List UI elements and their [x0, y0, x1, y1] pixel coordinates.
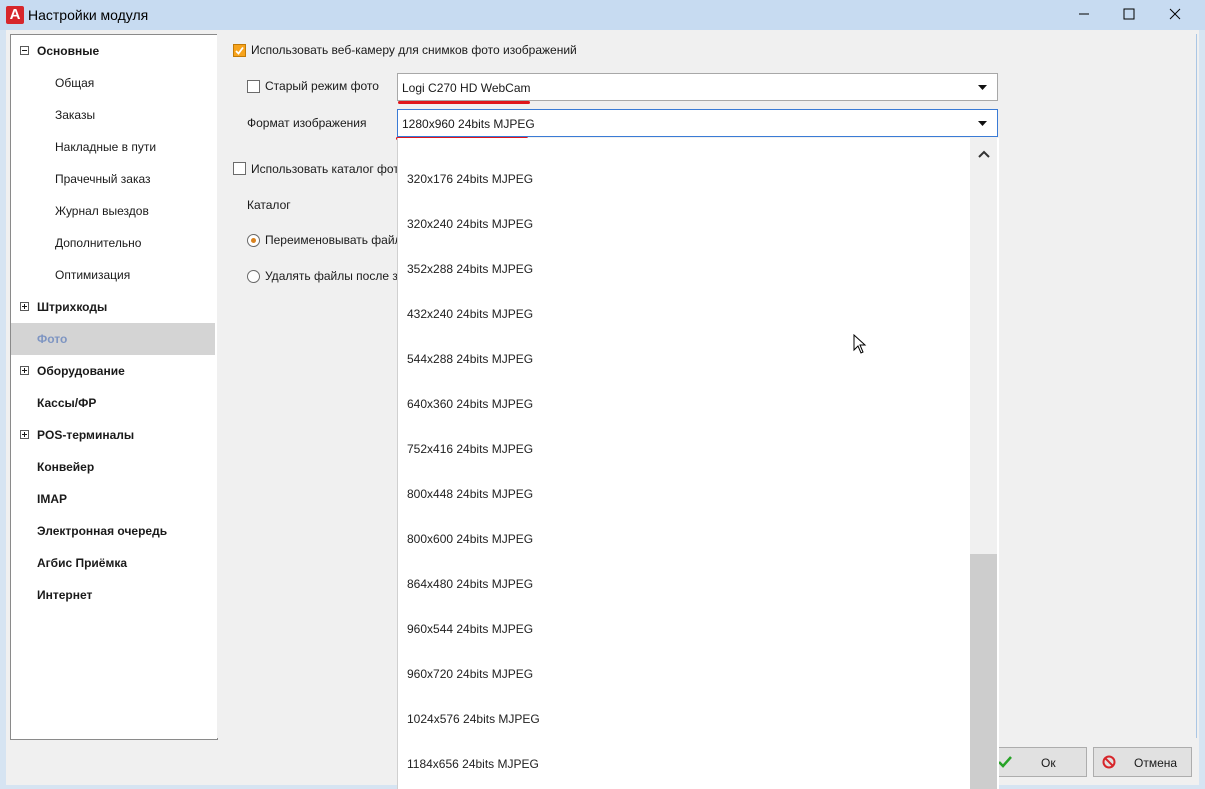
tree-item-osnovnye[interactable]: Основные — [11, 35, 215, 67]
rename-files-radio[interactable] — [247, 234, 260, 247]
image-format-dropdown-list[interactable]: 320x176 24bits MJPEG 320x240 24bits MJPE… — [397, 138, 999, 789]
dropdown-option[interactable]: 320x240 24bits MJPEG — [407, 217, 533, 231]
camera-select-value: Logi C270 HD WebCam — [402, 81, 531, 95]
tree-item-internet[interactable]: Интернет — [11, 579, 215, 611]
tree-item-pos-terminaly[interactable]: POS-терминалы — [11, 419, 215, 451]
ok-button[interactable]: Ок — [992, 747, 1087, 777]
window-title: Настройки модуля — [28, 7, 149, 23]
expand-icon[interactable] — [20, 302, 29, 311]
tree-item-dopolnitelno[interactable]: Дополнительно — [11, 227, 215, 259]
tree-item-konveyer[interactable]: Конвейер — [11, 451, 215, 483]
collapse-icon[interactable] — [20, 46, 29, 55]
tree-item-zakazy[interactable]: Заказы — [11, 99, 215, 131]
checkmark-icon — [998, 756, 1012, 768]
dropdown-option[interactable]: 752x416 24bits MJPEG — [407, 442, 533, 456]
prohibited-icon — [1102, 755, 1116, 769]
delete-files-label: Удалять файлы после за — [265, 269, 405, 283]
delete-files-radio[interactable] — [247, 270, 260, 283]
annotation-underline-camera — [398, 101, 530, 104]
minimize-icon — [1079, 13, 1089, 15]
dropdown-option[interactable]: 800x600 24bits MJPEG — [407, 532, 533, 546]
tree-item-agbis-priemka[interactable]: Агбис Приёмка — [11, 547, 215, 579]
image-format-select-value: 1280x960 24bits MJPEG — [402, 117, 535, 131]
tree-item-prachechnyy[interactable]: Прачечный заказ — [11, 163, 215, 195]
dropdown-option[interactable]: 960x720 24bits MJPEG — [407, 667, 533, 681]
dropdown-scrollbar[interactable] — [970, 138, 997, 789]
dropdown-option[interactable]: 544x288 24bits MJPEG — [407, 352, 533, 366]
maximize-button[interactable] — [1106, 0, 1152, 30]
cancel-button[interactable]: Отмена — [1093, 747, 1192, 777]
app-logo-icon: A — [6, 6, 24, 24]
rename-files-label: Переименовывать файл — [265, 233, 402, 247]
dropdown-option[interactable]: 1024x576 24bits MJPEG — [407, 712, 540, 726]
expand-icon[interactable] — [20, 430, 29, 439]
expand-icon[interactable] — [20, 366, 29, 375]
dropdown-option[interactable]: 320x176 24bits MJPEG — [407, 172, 533, 186]
tree-item-optimizaciya[interactable]: Оптимизация — [11, 259, 215, 291]
chevron-up-icon[interactable] — [978, 150, 990, 158]
dropdown-option[interactable]: 1184x656 24bits MJPEG — [407, 757, 539, 771]
minimize-button[interactable] — [1061, 0, 1107, 30]
dropdown-scroll-thumb[interactable] — [970, 554, 997, 789]
dropdown-option[interactable]: 640x360 24bits MJPEG — [407, 397, 533, 411]
dropdown-option[interactable]: 432x240 24bits MJPEG — [407, 307, 533, 321]
dropdown-option[interactable]: 960x544 24bits MJPEG — [407, 622, 533, 636]
dropdown-option[interactable]: 352x288 24bits MJPEG — [407, 262, 533, 276]
dropdown-option[interactable]: 800x448 24bits MJPEG — [407, 487, 533, 501]
close-button[interactable] — [1152, 0, 1198, 30]
use-webcam-label: Использовать веб-камеру для снимков фото… — [251, 43, 577, 57]
tree-item-oborudovanie[interactable]: Оборудование — [11, 355, 215, 387]
old-photo-mode-label: Старый режим фото — [265, 79, 379, 93]
catalog-label: Каталог — [247, 198, 291, 212]
tree-item-foto[interactable]: Фото — [11, 323, 215, 355]
tree-item-zhurnal[interactable]: Журнал выездов — [11, 195, 215, 227]
close-icon — [1169, 8, 1181, 20]
camera-select[interactable]: Logi C270 HD WebCam — [397, 73, 998, 101]
tree-item-obshchaya[interactable]: Общая — [11, 67, 215, 99]
tree-item-imap[interactable]: IMAP — [11, 483, 215, 515]
old-photo-mode-checkbox[interactable] — [247, 80, 260, 93]
tree-item-nakladnye[interactable]: Накладные в пути — [11, 131, 215, 163]
chevron-down-icon — [978, 121, 987, 126]
use-catalog-label: Использовать каталог фот — [251, 162, 399, 176]
tree-item-elektronnaya-ochered[interactable]: Электронная очередь — [11, 515, 215, 547]
use-catalog-checkbox[interactable] — [233, 162, 246, 175]
maximize-icon — [1123, 8, 1135, 20]
image-format-select[interactable]: 1280x960 24bits MJPEG — [397, 109, 998, 137]
chevron-down-icon — [978, 85, 987, 90]
image-format-label: Формат изображения — [247, 116, 367, 130]
title-bar: A Настройки модуля — [0, 0, 1205, 30]
checkmark-icon — [235, 46, 244, 55]
dropdown-option[interactable]: 864x480 24bits MJPEG — [407, 577, 533, 591]
settings-tree[interactable]: Основные Общая Заказы Накладные в пути П… — [10, 34, 218, 740]
tree-item-shtrihkody[interactable]: Штрихкоды — [11, 291, 215, 323]
tree-item-kassy[interactable]: Кассы/ФР — [11, 387, 215, 419]
use-webcam-checkbox[interactable] — [233, 44, 246, 57]
mouse-cursor-icon — [853, 334, 867, 354]
